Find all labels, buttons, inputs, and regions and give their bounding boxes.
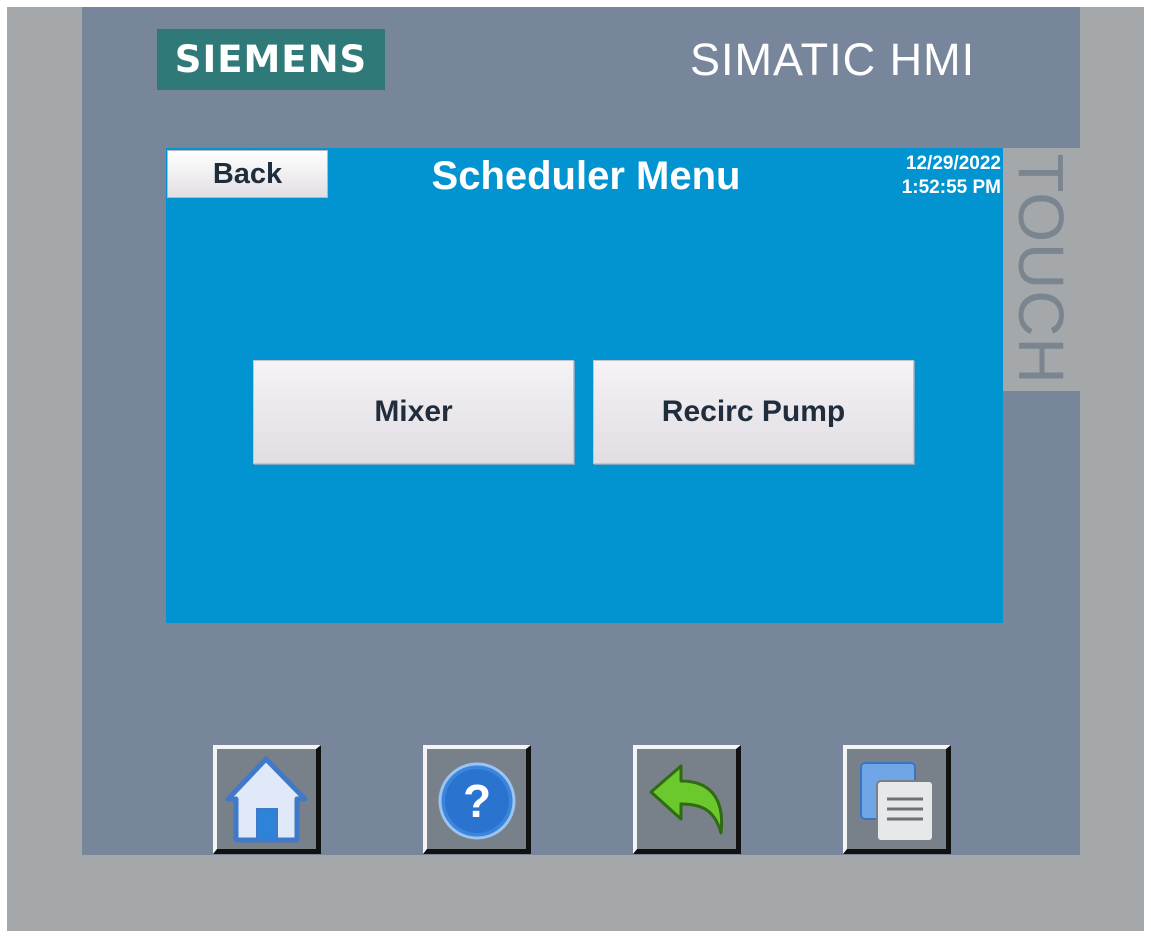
svg-text:?: ? bbox=[463, 775, 491, 827]
back-button[interactable]: Back bbox=[167, 150, 328, 198]
help-icon: ? bbox=[438, 762, 516, 840]
time-text: 1:52:55 PM bbox=[901, 177, 1001, 198]
window-switch-key[interactable] bbox=[843, 745, 951, 854]
mixer-button[interactable]: Mixer bbox=[253, 360, 574, 464]
hmi-screen: Back Scheduler Menu 12/29/2022 1:52:55 P… bbox=[166, 148, 1003, 623]
date-text: 12/29/2022 bbox=[905, 153, 1001, 174]
home-key[interactable] bbox=[213, 745, 321, 854]
datetime-display: 12/29/2022 1:52:55 PM bbox=[902, 152, 1001, 200]
window-switch-icon bbox=[860, 762, 934, 842]
siemens-logo: SIEMENS bbox=[157, 29, 385, 90]
recirc-pump-button[interactable]: Recirc Pump bbox=[593, 360, 914, 464]
undo-arrow-icon bbox=[649, 764, 724, 835]
help-key[interactable]: ? bbox=[423, 745, 531, 854]
page-title: Scheduler Menu bbox=[431, 153, 741, 198]
home-icon bbox=[225, 756, 308, 843]
undo-key[interactable] bbox=[633, 745, 741, 854]
touch-label: TOUCH bbox=[1005, 153, 1077, 385]
touch-strip: TOUCH bbox=[1003, 148, 1080, 391]
model-label: SIMATIC HMI bbox=[690, 34, 976, 85]
